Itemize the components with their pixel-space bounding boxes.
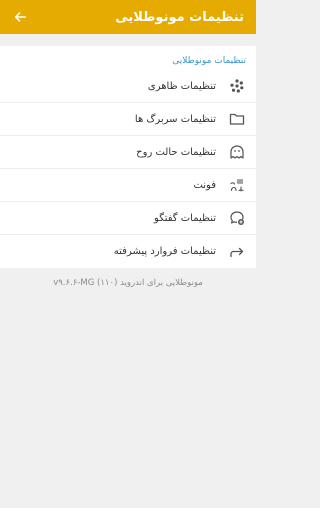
settings-item-label: تنظیمات گفتگو (154, 212, 216, 224)
back-button[interactable] (12, 9, 28, 25)
settings-item-chat[interactable]: تنظیمات گفتگو (0, 202, 256, 235)
page-title: تنظیمات مونوطلایی (115, 9, 244, 25)
settings-item-label: تنظیمات سربرگ ها (134, 113, 216, 125)
settings-item-label: تنظیمات ظاهری (147, 80, 216, 92)
chat-add-icon (228, 209, 246, 227)
forward-icon (228, 243, 246, 261)
app-bar: تنظیمات مونوطلایی (0, 0, 256, 34)
settings-item-label: فونت (193, 179, 216, 191)
section-title: تنظیمات مونوطلایی (172, 56, 246, 66)
arrow-back-icon (14, 12, 27, 22)
settings-item-advanced-forward[interactable]: تنظیمات فروارد پیشرفته (0, 235, 256, 268)
settings-item-label: تنظیمات حالت روح (136, 146, 216, 158)
settings-item-appearance[interactable]: تنظیمات ظاهری (0, 70, 256, 103)
settings-item-tabs[interactable]: تنظیمات سربرگ ها (0, 103, 256, 136)
version-footer: مونوطلایی برای اندروید (۱۱۰) v۹.۶.۶-MG (53, 278, 203, 288)
settings-item-label: تنظیمات فروارد پیشرفته (113, 246, 216, 257)
folder-icon (228, 110, 246, 128)
ghost-icon (228, 143, 246, 161)
settings-card: تنظیمات مونوطلایی تنظیمات ظاهری تنظیمات … (0, 46, 256, 268)
settings-item-font[interactable]: فونت (0, 169, 256, 202)
settings-item-ghost-mode[interactable]: تنظیمات حالت روح (0, 136, 256, 169)
palette-icon (228, 77, 246, 95)
font-icon (228, 176, 246, 194)
